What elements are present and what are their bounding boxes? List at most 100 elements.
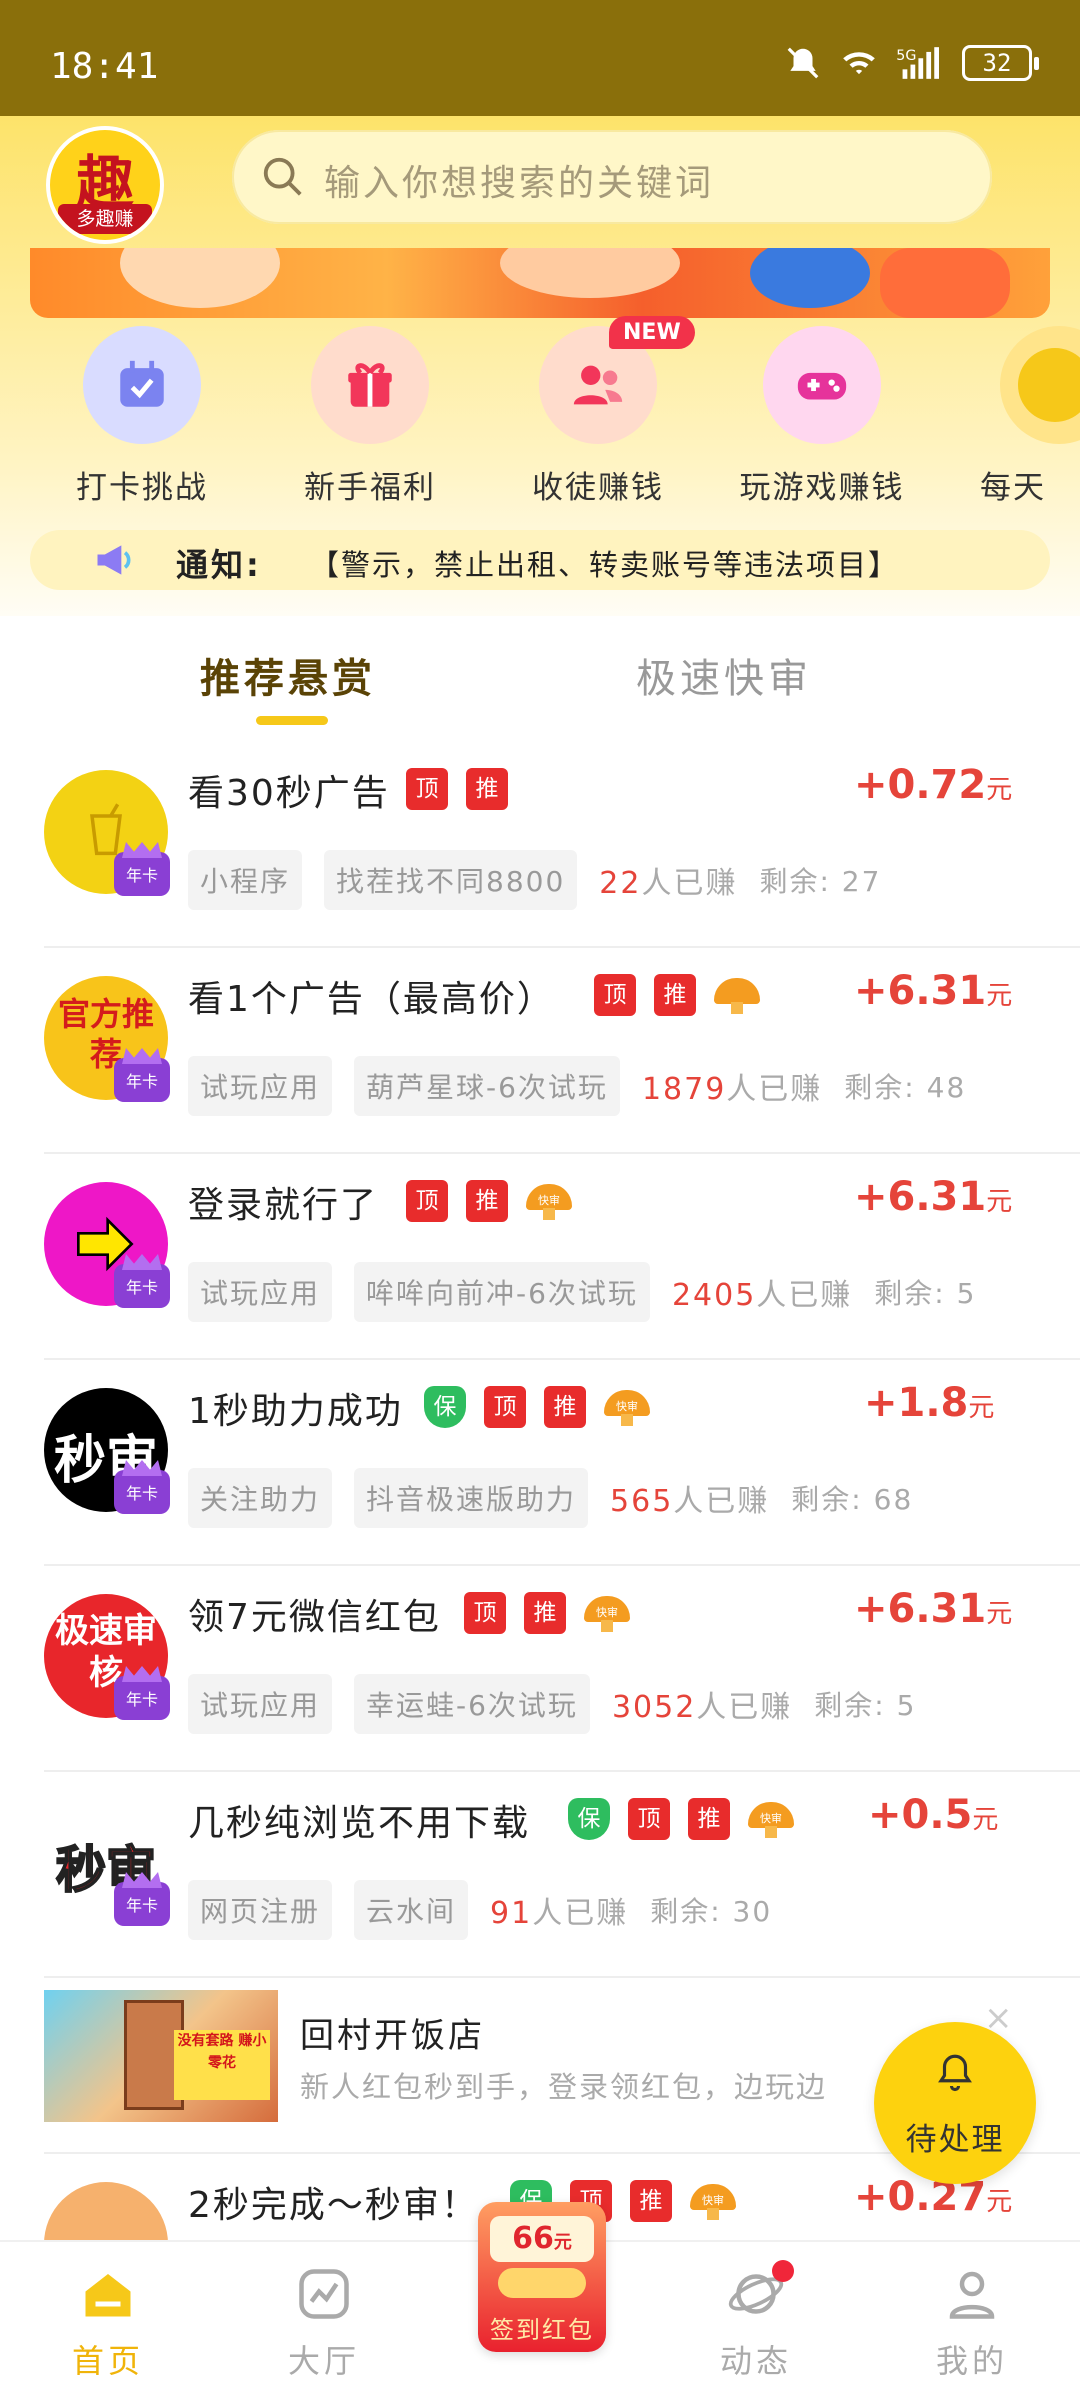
earned-count: 22人已赚 [599,866,738,901]
users-icon: NEW [539,316,695,444]
remaining-count: 剩余: 68 [791,1483,914,1516]
gamepad-icon [763,326,881,444]
task-tags: 保 顶 推 快审 [568,1798,794,1840]
remaining-count: 剩余: 5 [814,1689,917,1722]
annual-card-badge: 年卡 [114,1264,170,1308]
task-meta: 关注助力 抖音极速版助力 565人已赚 剩余: 68 [188,1468,913,1528]
promo-banner[interactable] [30,248,1050,318]
mute-bell-icon [787,47,819,79]
task-tags: 顶 推 快审 [406,1180,572,1222]
app-screen: 18:41 5G 32 趣 多趣赚 输入你想搜索的关键词 打卡挑战 新手福利 N… [0,0,1080,2387]
active-tab-indicator [256,716,328,725]
task-title: 看1个广告（最高价） [188,979,555,1020]
task-category: 试玩应用 [188,1262,333,1322]
task-title: 领7元微信红包 [188,1597,441,1638]
logo-name: 多趣赚 [58,204,152,234]
nav-hall[interactable]: 大厅 [244,2242,404,2387]
earned-count: 2405人已赚 [671,1278,853,1313]
home-icon [85,2274,131,2317]
status-icons: 5G 32 [784,44,1039,82]
app-logo: 趣 多趣赚 [46,126,164,244]
task-row[interactable]: 秒审 年卡 1秒助力成功 保 顶 推 快审 +1.8元 关注助力 抖音极速版助力… [44,1360,1080,1566]
red-packet-amount: 66元 [490,2216,594,2262]
task-row[interactable]: 极速审核 年卡 领7元微信红包 顶 推 快审 +6.31元 试玩应用 幸运蛙-6… [44,1566,1080,1772]
remaining-count: 剩余: 5 [874,1277,977,1310]
fast-review-icon: 快审 [690,2180,736,2222]
notice-text: 【警示，禁止出租、转卖账号等违法项目】 [310,548,900,582]
annual-card-badge: 年卡 [114,1676,170,1720]
recommend-tag: 推 [466,1180,508,1222]
recommend-tag: 推 [524,1592,566,1634]
signal-5g-icon: 5G [896,47,939,79]
fast-review-icon: 快审 [748,1798,794,1840]
search-bar[interactable]: 输入你想搜索的关键词 [232,130,992,224]
search-placeholder: 输入你想搜索的关键词 [324,163,715,204]
task-meta: 试玩应用 葫芦星球-6次试玩 1879人已赚 剩余: 48 [188,1056,966,1116]
annual-card-badge: 年卡 [114,1882,170,1926]
chart-icon [299,2269,349,2319]
annual-card-badge: 年卡 [114,1470,170,1514]
task-price: +1.8元 [864,1380,995,1426]
svg-text:5G: 5G [896,48,916,64]
header: 趣 多趣赚 输入你想搜索的关键词 打卡挑战 新手福利 NEW 收徒赚钱 玩游戏赚… [0,116,1080,616]
red-packet-label: 签到红包 [490,2316,594,2344]
quick-item-games[interactable]: 玩游戏赚钱 [722,326,922,507]
quick-item-daka[interactable]: 打卡挑战 [42,326,242,507]
nav-home[interactable]: 首页 [28,2242,188,2387]
fast-review-icon: 快审 [584,1592,630,1634]
task-row[interactable]: 年卡 看30秒广告 顶 推 +0.72元 小程序 找茬找不同8800 22人已赚… [44,742,1080,948]
nav-label: 动态 [719,2342,792,2380]
banner-shape [750,248,870,308]
calendar-check-icon [83,326,201,444]
task-row[interactable]: 年卡 登录就行了 顶 推 快审 +6.31元 试玩应用 哞哞向前冲-6次试玩 2… [44,1154,1080,1360]
nav-label: 大厅 [287,2342,360,2380]
pending-button[interactable]: 待处理 [874,2022,1036,2184]
checkin-red-packet[interactable]: 66元 签到红包 [478,2202,606,2352]
quick-item-daily[interactable]: 每天 [940,326,1080,507]
quick-actions: 打卡挑战 新手福利 NEW 收徒赚钱 玩游戏赚钱 每天 [0,316,1080,516]
remaining-count: 剩余: 48 [844,1071,967,1104]
megaphone-icon [97,545,131,575]
search-icon [263,157,302,196]
tab-recommended[interactable]: 推荐悬赏 [200,646,376,704]
annual-card-badge: 年卡 [114,852,170,896]
top-tag: 顶 [594,974,636,1016]
ad-image-caption: 没有套路 赚小零花 [174,2030,270,2100]
tab-fast-review[interactable]: 极速快审 [636,646,812,704]
task-title: 1秒助力成功 [188,1391,403,1432]
task-title: 看30秒广告 [188,773,390,814]
nav-dynamic[interactable]: 动态 [676,2242,836,2387]
bottom-nav: 首页 大厅 66元 签到红包 动态 我的 [0,2202,1080,2387]
coin-icon [1000,326,1080,444]
task-price: +0.72元 [854,762,1013,808]
task-tags: 顶 推 [406,768,508,810]
recommend-tag: 推 [466,768,508,810]
nav-mine[interactable]: 我的 [892,2242,1052,2387]
quick-item-label: 收徒赚钱 [532,470,664,506]
task-title: 几秒纯浏览不用下载 [188,1803,531,1844]
earned-count: 1879人已赚 [641,1072,823,1107]
quick-item-label: 每天 [980,470,1046,506]
guarantee-tag: 保 [568,1798,610,1840]
recommend-tag: 推 [630,2180,672,2222]
task-project: 葫芦星球-6次试玩 [354,1056,620,1116]
ad-subtitle: 新人红包秒到手，登录领红包，边玩边 [300,2070,828,2104]
quick-item-recruit[interactable]: NEW 收徒赚钱 [498,316,698,507]
fast-review-icon [714,974,760,1016]
recommend-tag: 推 [688,1798,730,1840]
task-tags: 顶 推 [594,974,760,1016]
task-category: 试玩应用 [188,1056,333,1116]
task-title: 2秒完成～秒审！ [188,2185,479,2226]
top-tag: 顶 [406,1180,448,1222]
fast-review-icon: 快审 [526,1180,572,1222]
task-price: +0.5元 [868,1792,999,1838]
task-price: +6.31元 [854,1586,1013,1632]
task-tags: 保 顶 推 快审 [424,1386,650,1428]
status-bar: 18:41 5G 32 [0,0,1080,116]
earned-count: 3052人已赚 [611,1690,793,1725]
top-tag: 顶 [406,768,448,810]
task-row[interactable]: 官方推荐 年卡 看1个广告（最高价） 顶 推 +6.31元 试玩应用 葫芦星球-… [44,948,1080,1154]
task-row[interactable]: 秒审 年卡 几秒纯浏览不用下载 保 顶 推 快审 +0.5元 网页注册 云水间 … [44,1772,1080,1978]
quick-item-newbie[interactable]: 新手福利 [270,326,470,507]
notice-bar[interactable]: 通知: 【警示，禁止出租、转卖账号等违法项目】 [30,530,1050,590]
